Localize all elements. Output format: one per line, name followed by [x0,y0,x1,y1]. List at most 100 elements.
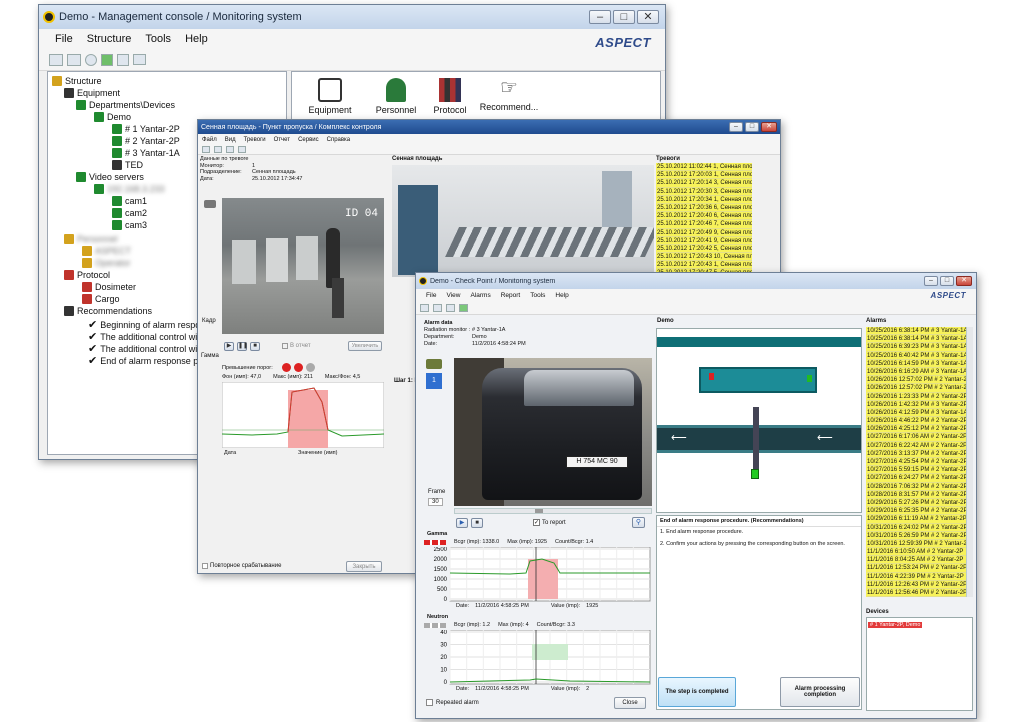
protocol-shortcut[interactable]: Protocol [418,74,482,122]
to-report-checkbox[interactable]: ✓ To report [533,519,566,526]
tree-device-1[interactable]: # 1 Yantar-2P [112,124,180,134]
alarm-list-item[interactable]: 10/25/2016 6:38:14 PM # 3 Yantar-1A [867,335,966,344]
tree-rec-4[interactable]: ✔ End of alarm response p [88,354,198,367]
menu-view[interactable]: Вид [225,137,236,143]
play-button[interactable]: ▶ [456,518,468,528]
alarm-list-item[interactable]: 10/25/2016 6:38:14 PM # 3 Yantar-1A [867,327,966,336]
alarm-list-item[interactable]: 25.10.2012 17:20:43 10, Сенная площадь [657,253,752,262]
alarms-list[interactable]: 25.10.2012 11:02:44 1, Сенная площадь25.… [656,163,752,294]
alarm-list-item[interactable]: 10/29/2016 6:25:35 PM # 2 Yantar-2P [867,507,966,516]
alarm-list-item[interactable]: 10/31/2016 5:26:59 PM # 2 Yantar-2P [867,532,966,540]
tree-cargo[interactable]: Cargo [82,294,120,304]
stop-button[interactable]: ■ [471,518,483,528]
tool-icon[interactable] [446,303,455,312]
alarm-list-item[interactable]: 10/27/2016 6:24:27 PM # 2 Yantar-2P [867,474,966,483]
equipment-tool-icon[interactable] [49,53,63,66]
menu-report[interactable]: Отчет [274,137,290,143]
tree-ted[interactable]: TED [112,160,143,170]
alarm-list-item[interactable]: 25.10.2012 17:20:46 7, Сенная площадь [657,220,752,229]
alarm-list-item[interactable]: 25.10.2012 17:20:03 1, Сенная площадь [657,171,752,180]
alarms-scrollbar[interactable] [966,327,973,597]
alarm-processing-completion-button[interactable]: Alarm processing completion [780,677,860,707]
alarm-list-item[interactable]: 10/26/2016 4:12:59 PM # 3 Yantar-1A [867,409,966,418]
minimize-button[interactable]: – [729,122,743,132]
menu-file[interactable]: Файл [202,137,217,143]
tree-equipment[interactable]: Equipment [64,88,120,98]
tool-icon[interactable] [226,146,234,153]
alarms-list[interactable]: 10/25/2016 6:38:14 PM # 3 Yantar-1A 10/25… [866,327,966,597]
list-tool-icon[interactable] [117,53,129,66]
menu-view[interactable]: View [446,292,460,299]
tree-device-3[interactable]: # 3 Yantar-1A [112,148,180,158]
play-button[interactable]: ▶ [224,342,234,351]
alarm-list-item[interactable]: 10/26/2016 1:23:33 PM # 2 Yantar-2P [867,393,966,401]
close-button-bottom[interactable]: Close [614,697,646,709]
alarm-list-item[interactable]: 11/1/2016 12:56:46 PM # 2 Yantar-2P [867,589,966,597]
tree-recommendations[interactable]: Recommendations [64,306,152,316]
minimize-button[interactable]: – [589,10,611,24]
alarm-list-item[interactable]: 10/27/2016 6:22:42 AM # 2 Yantar-2P [867,442,966,450]
repeat-checkbox[interactable]: Повторное срабатывание [202,563,281,569]
alarm-list-item[interactable]: 10/26/2016 12:57:02 PM # 2 Yantar-2P [867,384,966,393]
camera-icon[interactable] [426,359,442,369]
menu-tools[interactable]: Tools [530,292,545,299]
menu-service[interactable]: Сервис [298,137,319,143]
tree-cam3[interactable]: cam3 [112,220,147,230]
minimize-button[interactable]: – [924,276,938,286]
save-tool-icon[interactable] [433,303,442,312]
alarm-list-item[interactable]: 10/31/2016 12:59:39 PM # 2 Yantar-2P [867,540,966,549]
zoom-icon[interactable]: ⚲ [632,517,645,528]
alarm-list-item[interactable]: 25.10.2012 17:20:30 3, Сенная площадь [657,188,752,196]
tree-cam2[interactable]: cam2 [112,208,147,218]
alarm-list-item[interactable]: 10/25/2016 6:14:59 PM # 3 Yantar-1A [867,360,966,368]
camera-1-tab[interactable]: 1 [426,373,442,389]
report-tool-icon[interactable] [459,303,468,312]
maximize-button[interactable]: □ [940,276,954,286]
pause-button[interactable]: ❚❚ [237,342,248,351]
close-button-bottom[interactable]: Закрыть [346,561,382,572]
to-report-checkbox[interactable]: В отчет [282,343,311,349]
recommendations-shortcut[interactable]: ☞ Recommend... [474,74,544,122]
alarm-list-item[interactable]: 10/26/2016 4:25:12 PM # 2 Yantar-2P [867,425,966,434]
alarm-list-item[interactable]: 25.10.2012 17:20:34 1, Сенная площадь [657,196,752,204]
menu-report[interactable]: Report [501,292,521,299]
maximize-button[interactable]: □ [745,122,759,132]
tree-root[interactable]: Structure [52,76,102,86]
alarm-list-item[interactable]: 10/27/2016 3:13:37 PM # 2 Yantar-2P [867,450,966,458]
refresh-tool-icon[interactable] [101,53,113,66]
alarm-list-item[interactable]: 25.10.2012 17:20:43 1, Сенная площадь [657,261,752,270]
close-button[interactable]: ✕ [637,10,659,24]
save-tool-icon[interactable] [214,146,222,153]
close-button[interactable]: ✕ [956,276,972,286]
tree-dosimeter[interactable]: Dosimeter [82,282,136,292]
alarm-list-item[interactable]: 10/29/2016 5:27:26 PM # 2 Yantar-2P [867,499,966,508]
tree-aspect[interactable]: ASPECT [82,246,131,256]
alarm-list-item[interactable]: 10/25/2016 6:39:23 PM # 3 Yantar-1A [867,343,966,352]
alarm-list-item[interactable]: 10/27/2016 4:25:54 PM # 2 Yantar-2P [867,458,966,467]
camera-icon[interactable] [204,200,216,208]
key-tool-icon[interactable] [67,53,81,66]
maximize-button[interactable]: □ [613,10,635,24]
alarm-list-item[interactable]: 10/27/2016 5:59:15 PM # 2 Yantar-2P [867,466,966,475]
alarm-list-item[interactable]: 25.10.2012 17:20:41 9, Сенная площадь [657,237,752,245]
tree-server-ip[interactable]: 192.168.3.233 [94,184,165,194]
close-button[interactable]: ✕ [761,122,777,132]
menu-alarms[interactable]: Alarms [470,292,490,299]
menu-help[interactable]: Help [555,292,568,299]
tree-device-2[interactable]: # 2 Yantar-2P [112,136,180,146]
alarm-list-item[interactable]: 10/25/2016 6:40:42 PM # 3 Yantar-1A [867,352,966,360]
increase-button[interactable]: Увеличить [348,341,382,351]
stop-button[interactable]: ■ [250,342,260,351]
repeated-alarm-checkbox[interactable]: Repeated alarm [426,699,479,706]
menu-alarms[interactable]: Тревоги [244,137,266,143]
alarm-list-item[interactable]: 10/26/2016 6:16:29 AM # 3 Yantar-1A [867,368,966,377]
tree-departments[interactable]: Departments\Devices [76,100,175,110]
alarm-list-item[interactable]: 11/1/2016 6:10:50 AM # 2 Yantar-2P [867,548,966,557]
alarm-list-item[interactable]: 25.10.2012 17:20:36 6, Сенная площадь [657,204,752,213]
tree-video-servers[interactable]: Video servers [76,172,144,182]
menu-file[interactable]: File [426,292,436,299]
alarm-list-item[interactable]: 10/29/2016 6:11:19 AM # 2 Yantar-2P [867,515,966,524]
tree-protocol[interactable]: Protocol [64,270,110,280]
alarm-list-item[interactable]: 11/1/2016 4:22:39 PM # 2 Yantar-2P [867,573,966,581]
alarm-list-item[interactable]: 10/27/2016 6:17:06 AM # 2 Yantar-2P [867,433,966,442]
